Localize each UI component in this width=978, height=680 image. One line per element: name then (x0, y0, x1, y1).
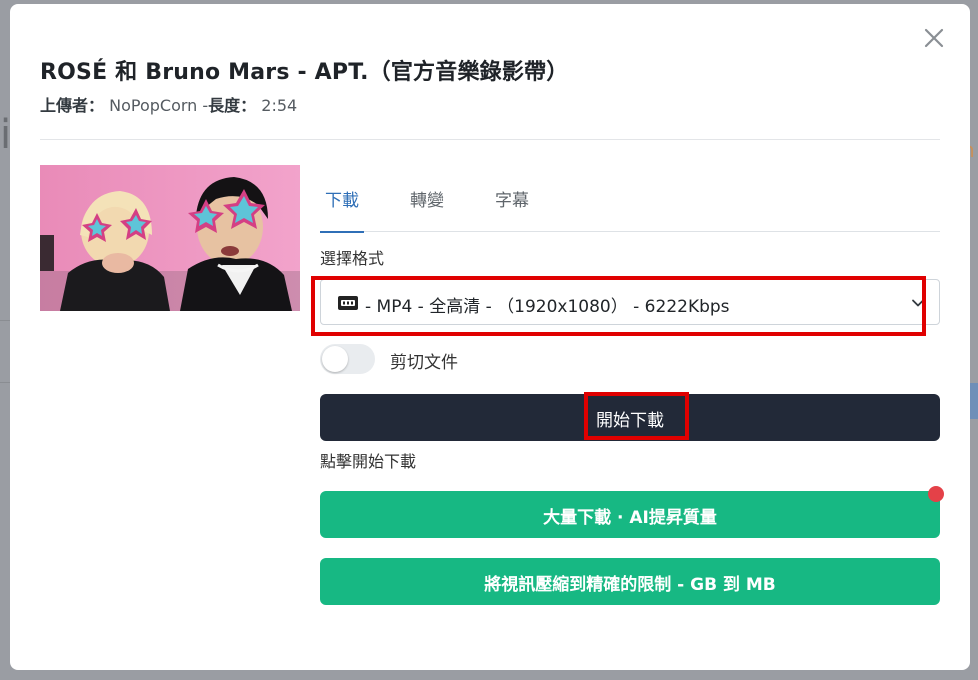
toggle-knob (322, 346, 348, 372)
chevron-down-icon (912, 299, 924, 307)
compress-video-label: 將視訊壓縮到精確的限制 - GB 到 MB (484, 575, 776, 595)
background-divider (0, 320, 10, 321)
close-icon (924, 28, 944, 48)
trim-label: 剪切文件 (390, 353, 458, 373)
format-selected-value: - MP4 - 全高清 - （1920x1080） - 6222Kbps (365, 297, 730, 317)
video-title: ROSÉ 和 Bruno Mars - APT.（官方音樂錄影帶） (40, 60, 569, 85)
download-modal: ROSÉ 和 Bruno Mars - APT.（官方音樂錄影帶） 上傳者： N… (10, 4, 970, 670)
uploader-label: 上傳者： (40, 96, 105, 115)
meta-separator: - (197, 96, 209, 115)
duration-label: 長度： (208, 96, 257, 115)
compress-video-button[interactable]: 將視訊壓縮到精確的限制 - GB 到 MB (320, 558, 940, 605)
notification-dot (928, 486, 944, 502)
close-button[interactable] (922, 26, 946, 50)
tab-subtitles[interactable]: 字幕 (490, 176, 534, 232)
format-select[interactable]: - MP4 - 全高清 - （1920x1080） - 6222Kbps (320, 279, 940, 325)
video-meta: 上傳者： NoPopCorn -長度： 2:54 (40, 92, 297, 116)
bulk-download-label: 大量下載 · AI提昇質量 (543, 508, 717, 528)
background-divider (0, 382, 10, 383)
duration-value: 2:54 (261, 96, 298, 115)
tab-convert[interactable]: 轉變 (405, 176, 449, 232)
uploader-name: NoPopCorn (109, 96, 198, 115)
start-download-label: 開始下載 (596, 411, 664, 431)
start-download-button[interactable]: 開始下載 (320, 394, 940, 441)
video-thumbnail (40, 165, 300, 311)
download-hint: 點擊開始下載 (320, 452, 417, 471)
option-tabs: 下載 轉變 字幕 (320, 176, 940, 233)
format-label: 選擇格式 (320, 249, 385, 268)
background-button (970, 383, 978, 419)
tab-download[interactable]: 下載 (320, 176, 364, 233)
bulk-download-button[interactable]: 大量下載 · AI提昇質量 (320, 491, 940, 538)
video-file-icon (338, 296, 358, 310)
trim-toggle[interactable] (320, 344, 375, 374)
header-divider (40, 139, 940, 140)
